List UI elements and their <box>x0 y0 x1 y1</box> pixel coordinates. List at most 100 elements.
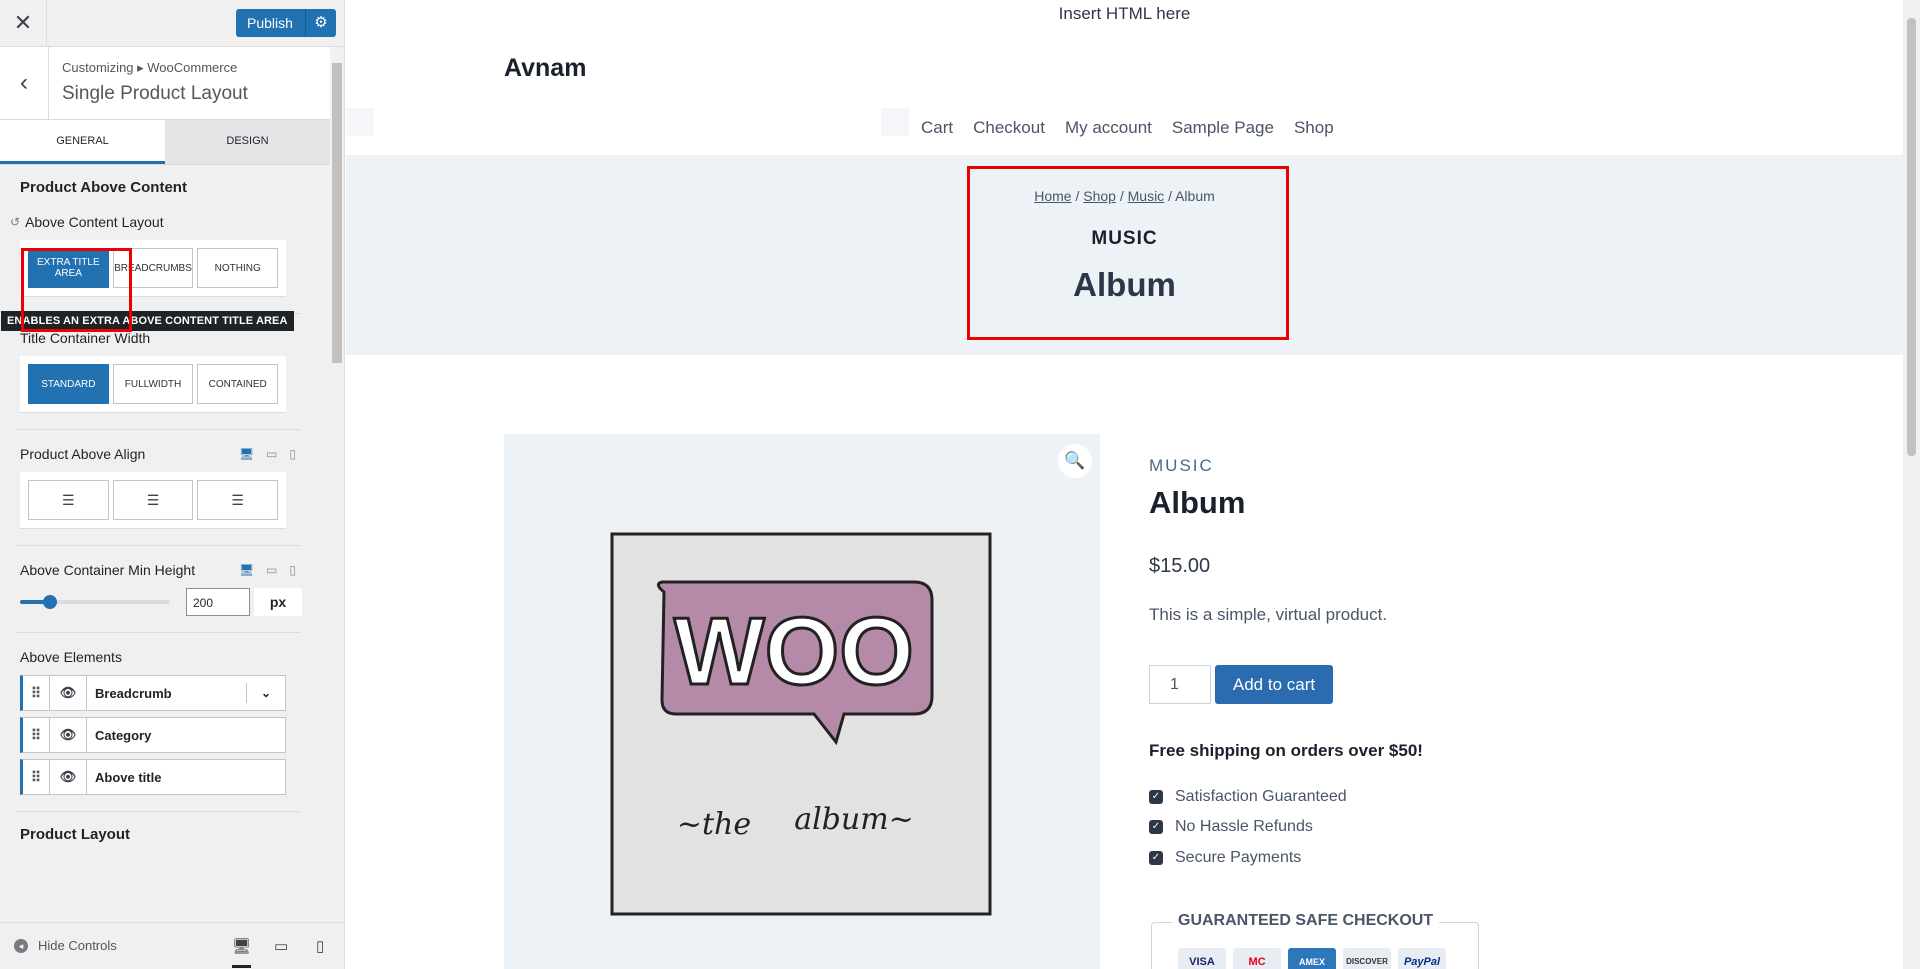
align-options: ☰ ☰ ☰ <box>20 472 286 529</box>
add-to-cart-button[interactable]: Add to cart <box>1215 665 1333 704</box>
element-name: Category <box>95 727 152 743</box>
option-standard[interactable]: STANDARD <box>28 364 109 404</box>
panel-tabs: GENERAL DESIGN <box>0 120 330 165</box>
zoom-button[interactable]: 🔍 <box>1058 444 1092 478</box>
publish-group: Publish ⚙ <box>236 9 336 37</box>
above-elements-list: ⠿ 👁 Breadcrumb ⌄ ⠿ 👁 Category ⠿ 👁 Above … <box>20 675 310 795</box>
align-center-icon: ☰ <box>146 491 160 508</box>
eye-icon[interactable]: 👁 <box>50 676 87 710</box>
tablet-icon[interactable]: ▭ <box>266 563 277 577</box>
image-album-text: album~ <box>794 802 914 837</box>
edit-shortcut-icon[interactable] <box>346 108 374 136</box>
sidebar-content: ‹ Customizing ▸ WooCommerce Single Produ… <box>0 47 330 922</box>
feature-text: No Hassle Refunds <box>1175 818 1313 835</box>
scrollbar-thumb[interactable] <box>1907 18 1916 456</box>
hide-controls-button[interactable]: ◂ Hide Controls <box>14 938 117 953</box>
shield-check-icon: ✓ <box>1149 790 1163 804</box>
section-title: Single Product Layout <box>62 83 248 104</box>
product-category[interactable]: MUSIC <box>1149 456 1214 476</box>
feature-item: ✓ Satisfaction Guaranteed <box>1149 788 1347 806</box>
preview-scrollbar[interactable] <box>1903 0 1920 969</box>
align-center-button[interactable]: ☰ <box>112 480 194 520</box>
sidebar-scrollbar[interactable] <box>330 47 344 922</box>
publish-settings-gear-icon[interactable]: ⚙ <box>304 9 336 37</box>
product-price: $15.00 <box>1149 555 1211 577</box>
amex-icon: AMEX <box>1288 948 1336 969</box>
paypal-icon: PayPal <box>1398 948 1446 969</box>
drag-handle-icon[interactable]: ⠿ <box>23 676 50 710</box>
option-fullwidth[interactable]: FULLWIDTH <box>112 364 194 404</box>
list-item[interactable]: ⠿ 👁 Breadcrumb ⌄ <box>20 675 286 711</box>
mobile-icon[interactable]: ▯ <box>289 447 296 461</box>
tab-design[interactable]: DESIGN <box>165 120 330 164</box>
feature-item: ✓ No Hassle Refunds <box>1149 818 1313 836</box>
align-right-icon: ☰ <box>231 491 244 508</box>
image-the-text: ~the <box>677 807 751 842</box>
back-button[interactable]: ‹ <box>0 47 49 119</box>
unit-selector[interactable]: px <box>254 588 302 616</box>
tablet-preview-icon[interactable]: ▭ <box>274 937 288 955</box>
tablet-icon[interactable]: ▭ <box>266 447 277 461</box>
product-description: This is a simple, virtual product. <box>1149 605 1388 624</box>
sidebar-header: ✕ Publish ⚙ <box>0 0 344 47</box>
drag-handle-icon[interactable]: ⠿ <box>23 760 50 794</box>
product-image[interactable]: WOO ~the album~ <box>504 434 1100 969</box>
scrollbar-thumb[interactable] <box>332 63 342 363</box>
title-container-width-options: STANDARD FULLWIDTH CONTAINED <box>20 356 286 413</box>
nav-item-checkout[interactable]: Checkout <box>973 118 1045 138</box>
highlight-box <box>21 248 132 332</box>
image-woo-text: WOO <box>674 598 914 705</box>
list-item[interactable]: ⠿ 👁 Category <box>20 717 286 753</box>
min-height-input[interactable]: 200 <box>186 588 250 616</box>
option-contained[interactable]: CONTAINED <box>197 364 279 404</box>
desktop-icon[interactable]: 🖥 <box>239 563 254 577</box>
desktop-icon[interactable]: 🖥 <box>239 447 254 461</box>
next-section-title[interactable]: Product Layout <box>20 826 310 843</box>
above-content-layout-label: ↺ Above Content Layout <box>10 214 310 230</box>
feature-text: Secure Payments <box>1175 849 1302 866</box>
tab-general[interactable]: GENERAL <box>0 120 165 164</box>
desktop-preview-icon[interactable]: 🖥 <box>232 937 252 968</box>
min-height-slider[interactable] <box>20 595 170 609</box>
above-content-layout-text: Above Content Layout <box>25 214 164 230</box>
mobile-icon[interactable]: ▯ <box>289 563 296 577</box>
site-title[interactable]: Avnam <box>504 54 586 83</box>
eye-icon[interactable]: 👁 <box>50 718 87 752</box>
align-left-icon: ☰ <box>62 491 75 508</box>
close-customizer-button[interactable]: ✕ <box>0 0 47 46</box>
shipping-note: Free shipping on orders over $50! <box>1149 741 1423 760</box>
search-icon: 🔍 <box>1064 451 1086 470</box>
feature-item: ✓ Secure Payments <box>1149 849 1301 867</box>
option-nothing[interactable]: NOTHING <box>197 248 279 288</box>
primary-navigation: Cart Checkout My account Sample Page Sho… <box>921 118 1334 138</box>
eye-icon[interactable]: 👁 <box>50 760 87 794</box>
align-left-button[interactable]: ☰ <box>28 480 109 520</box>
align-right-button[interactable]: ☰ <box>197 480 279 520</box>
chevron-down-icon[interactable]: ⌄ <box>246 682 285 704</box>
close-icon: ✕ <box>13 10 33 35</box>
element-name: Breadcrumb <box>95 685 172 701</box>
reset-icon[interactable]: ↺ <box>10 215 20 229</box>
top-html-bar: Insert HTML here <box>1058 4 1191 23</box>
divider <box>16 429 300 430</box>
min-height-label: Above Container Min Height 🖥 ▭ ▯ <box>20 562 310 578</box>
visa-icon: VISA <box>1178 948 1226 969</box>
mastercard-icon: MC <box>1233 948 1281 969</box>
woo-album-art: WOO ~the album~ <box>610 532 992 916</box>
slider-handle[interactable] <box>43 595 57 609</box>
edit-shortcut-icon[interactable] <box>881 108 909 136</box>
nav-item-shop[interactable]: Shop <box>1294 118 1334 138</box>
nav-item-sample-page[interactable]: Sample Page <box>1172 118 1274 138</box>
publish-button[interactable]: Publish <box>236 9 305 37</box>
site-preview: Insert HTML here Avnam Cart Checkout My … <box>346 0 1903 969</box>
collapse-icon: ◂ <box>14 938 28 953</box>
list-item[interactable]: ⠿ 👁 Above title <box>20 759 286 795</box>
customizer-breadcrumb: Customizing ▸ WooCommerce <box>62 60 238 75</box>
title-container-width-label: Title Container Width <box>20 330 151 346</box>
quantity-input[interactable]: 1 <box>1149 665 1211 704</box>
mobile-preview-icon[interactable]: ▯ <box>316 937 324 955</box>
nav-item-cart[interactable]: Cart <box>921 118 953 138</box>
drag-handle-icon[interactable]: ⠿ <box>23 718 50 752</box>
panel-title: Product Above Content <box>20 179 187 196</box>
nav-item-my-account[interactable]: My account <box>1065 118 1152 138</box>
